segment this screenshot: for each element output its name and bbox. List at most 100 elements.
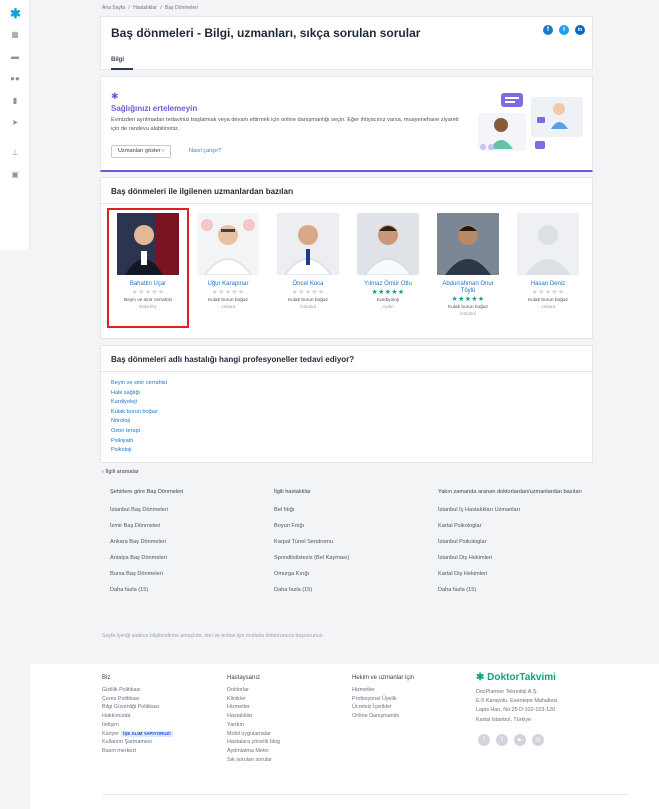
facebook-share-icon[interactable]: f bbox=[543, 25, 553, 35]
how-it-works-link[interactable]: Nasıl çalışır? bbox=[189, 148, 221, 154]
breadcrumb-current: Baş Dönmeleri bbox=[165, 5, 198, 11]
breadcrumb-home[interactable]: Ana Sayfa bbox=[102, 5, 125, 11]
show-specialists-label: Uzmanları göster bbox=[118, 148, 161, 154]
footer-link[interactable]: Kullanım Şartnamesi bbox=[102, 738, 173, 747]
related-searches-label: İlgili aramalar bbox=[105, 469, 139, 475]
patients-icon[interactable]: ●● bbox=[10, 74, 20, 84]
professional-link[interactable]: Nöroloji bbox=[111, 417, 167, 427]
divider bbox=[101, 371, 592, 372]
related-link[interactable]: Bursa Baş Dönmeleri bbox=[110, 566, 183, 582]
stats-icon[interactable]: ▮ bbox=[10, 96, 20, 106]
professional-link[interactable]: Beyin ve sinir cerrahisi bbox=[111, 379, 167, 389]
footer-link[interactable]: Ücretsiz İçerikler bbox=[352, 703, 414, 712]
more-link[interactable]: Daha fazla (15) bbox=[110, 582, 183, 598]
related-link[interactable]: Antalya Baş Dönmeleri bbox=[110, 550, 183, 566]
youtube-icon[interactable]: ▶ bbox=[514, 734, 526, 746]
related-link[interactable]: Kartal Diş Hekimleri bbox=[438, 566, 588, 582]
related-link[interactable]: İstanbul Diş Hekimleri bbox=[438, 550, 588, 566]
tab-bilgi[interactable]: Bilgi bbox=[111, 57, 124, 63]
tab-active-indicator bbox=[111, 68, 133, 70]
footer-link[interactable]: Klinikler bbox=[227, 695, 280, 704]
professional-link[interactable]: Halk sağlığı bbox=[111, 389, 167, 399]
twitter-icon[interactable]: t bbox=[496, 734, 508, 746]
professionals-list: Beyin ve sinir cerrahisi Halk sağlığı Ka… bbox=[111, 379, 167, 456]
hierarchy-icon[interactable]: ⊥ bbox=[10, 148, 20, 158]
doctor-card[interactable]: Yılmaz Ömür Otlu ★★★★★ Kardiyoloji Aydın bbox=[357, 213, 419, 310]
rating-stars: ★★★★★ bbox=[211, 289, 245, 296]
rating-stars: ★★★★★ bbox=[291, 289, 325, 296]
more-link[interactable]: Daha fazla (15) bbox=[274, 582, 349, 598]
related-link[interactable]: Spondilolistezis (Bel Kayması) bbox=[274, 550, 349, 566]
breadcrumb-separator: / bbox=[160, 5, 162, 11]
footer-link[interactable]: Hizmetler bbox=[227, 703, 280, 712]
doctor-photo-placeholder bbox=[517, 213, 579, 275]
more-link[interactable]: Daha fazla (15) bbox=[438, 582, 588, 598]
badge-icon[interactable]: ▣ bbox=[10, 170, 20, 180]
related-column-head: Yakın zamanda aranan doktorlardan/uzmanl… bbox=[438, 489, 582, 495]
calendar-icon[interactable]: ▦ bbox=[10, 30, 20, 40]
linkedin-share-icon[interactable]: in bbox=[575, 25, 585, 35]
related-link[interactable]: İstanbul İç Hastalıkları Uzmanları bbox=[438, 502, 588, 518]
footer-link[interactable]: Hakkımızda bbox=[102, 712, 173, 721]
doctor-card[interactable]: Uğur Karapınar ★★★★★ Kulak burun boğaz A… bbox=[197, 213, 259, 310]
footer-link[interactable]: Yardım bbox=[227, 721, 280, 730]
doctor-card[interactable]: Öncel Koca ★★★★★ Kulak burun boğaz İstan… bbox=[277, 213, 339, 310]
footer-link[interactable]: Profesyonel Üyelik bbox=[352, 695, 414, 704]
footer-link[interactable]: Basın merkezi bbox=[102, 747, 173, 756]
professional-link[interactable]: Kulak burun boğaz bbox=[111, 408, 167, 418]
doctor-name[interactable]: Hasan Deniz bbox=[517, 281, 579, 288]
footer-link[interactable]: Doktorlar bbox=[227, 686, 280, 695]
doctor-name[interactable]: Yılmaz Ömür Otlu bbox=[357, 281, 419, 288]
footer-link[interactable]: Aydınlatma Metni bbox=[227, 747, 280, 756]
related-link[interactable]: Kartal Psikologlar bbox=[438, 518, 588, 534]
footer-link[interactable]: Çerez Politikası bbox=[102, 695, 173, 704]
related-column: İlgili hastalıklar Bel fıtığı Boyun Fıtı… bbox=[274, 488, 349, 598]
hiring-badge: İŞE ALIM YAPIYORUZ! bbox=[121, 730, 173, 737]
footer-link[interactable]: Gizlilik Politikası bbox=[102, 686, 173, 695]
brand-logo-icon[interactable]: ✱ bbox=[9, 7, 22, 20]
related-link[interactable]: İzmir Baş Dönmeleri bbox=[110, 518, 183, 534]
professional-link[interactable]: Psikoloji bbox=[111, 446, 167, 456]
rating-stars: ★★★★★ bbox=[371, 289, 405, 296]
professional-link[interactable]: Ozon terapi bbox=[111, 427, 167, 437]
footer-link[interactable]: Mobil uygulamalar bbox=[227, 730, 280, 739]
show-specialists-button[interactable]: Uzmanları göster › bbox=[111, 145, 172, 158]
tab-divider bbox=[111, 69, 582, 70]
title-card: Baş dönmeleri - Bilgi, uzmanları, sıkça … bbox=[100, 16, 593, 70]
instagram-icon[interactable]: ◎ bbox=[532, 734, 544, 746]
footer-link[interactable]: Hizmetler bbox=[352, 686, 414, 695]
footer-link[interactable]: İletişim bbox=[102, 721, 173, 730]
footer-link[interactable]: Hastalıklar bbox=[227, 712, 280, 721]
send-icon[interactable]: ➤ bbox=[10, 118, 20, 128]
twitter-share-icon[interactable]: t bbox=[559, 25, 569, 35]
breadcrumb-separator: / bbox=[128, 5, 130, 11]
facebook-icon[interactable]: f bbox=[478, 734, 490, 746]
related-link[interactable]: Ankara Baş Dönmeleri bbox=[110, 534, 183, 550]
related-link[interactable]: Boyun Fıtığı bbox=[274, 518, 349, 534]
doctor-name[interactable]: Öncel Koca bbox=[277, 281, 339, 288]
address-line: E-5 Karayolu, Esentepe Mahallesi, bbox=[476, 698, 559, 705]
related-link[interactable]: Omurga Kırığı bbox=[274, 566, 349, 582]
professional-link[interactable]: Psikiyatri bbox=[111, 437, 167, 447]
related-link[interactable]: Bel fıtığı bbox=[274, 502, 349, 518]
footer-link[interactable]: Bilgi Güvenliği Politikası bbox=[102, 703, 173, 712]
related-link[interactable]: Karpal Tünel Sendromu bbox=[274, 534, 349, 550]
doctor-name[interactable]: Abdurrahman Onur Töylü bbox=[437, 281, 499, 295]
footer-link[interactable]: Sık sorulan sorular bbox=[227, 756, 280, 765]
footer-link[interactable]: Online Danışmanlık bbox=[352, 712, 414, 721]
doctor-name[interactable]: Uğur Karapınar bbox=[197, 281, 259, 288]
chat-icon[interactable]: ▬ bbox=[10, 52, 20, 62]
breadcrumb-diseases[interactable]: Hastalıklar bbox=[133, 5, 157, 11]
doctor-card[interactable]: Abdurrahman Onur Töylü ★★★★★ Kulak burun… bbox=[437, 213, 499, 317]
footer-link[interactable]: Hastalara yönelik blog bbox=[227, 738, 280, 747]
related-column-head: Şehirlere göre Baş Dönmeleri bbox=[110, 489, 184, 495]
professional-link[interactable]: Kardiyoloji bbox=[111, 398, 167, 408]
related-link[interactable]: İstanbul Baş Dönmeleri bbox=[110, 502, 183, 518]
footer-divider bbox=[102, 794, 629, 795]
rating-stars: ★★★★★ bbox=[531, 289, 565, 296]
footer-link-careers[interactable]: Kariyer İŞE ALIM YAPIYORUZ! bbox=[102, 730, 173, 739]
related-link[interactable]: İstanbul Psikologlar bbox=[438, 534, 588, 550]
doctor-card[interactable]: Hasan Deniz ★★★★★ Kulak burun boğaz Anka… bbox=[517, 213, 579, 310]
doctor-city: İstanbul bbox=[460, 311, 476, 316]
footer-brand[interactable]: ✱ DoktorTakvimi bbox=[476, 672, 556, 683]
